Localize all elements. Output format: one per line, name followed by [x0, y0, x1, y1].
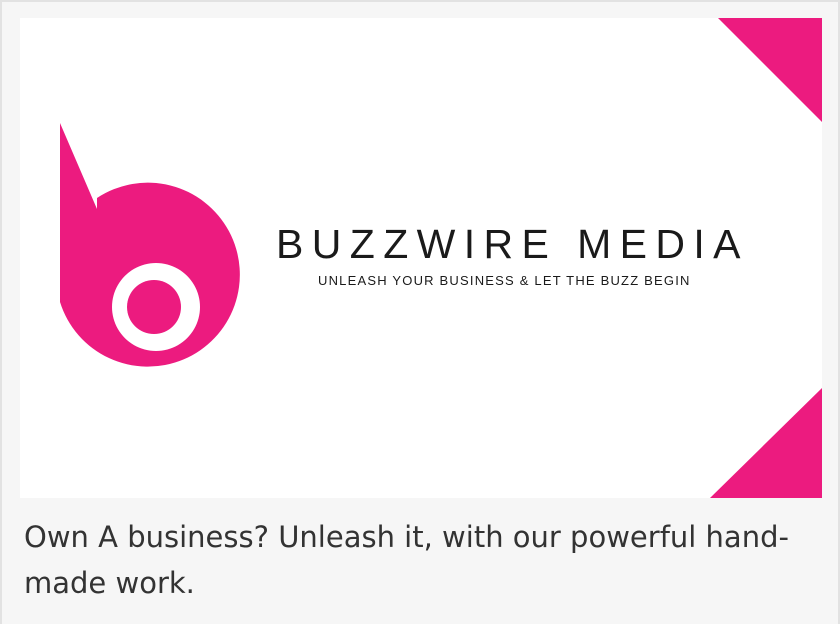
banner-image: BUZZWIRE MEDIA UNLEASH YOUR BUSINESS & L… — [20, 18, 822, 498]
card-caption: Own A business? Unleash it, with our pow… — [24, 520, 789, 600]
corner-triangle-bottom-right — [710, 388, 822, 498]
buzzwire-logo-icon — [60, 123, 240, 367]
brand-name: BUZZWIRE MEDIA — [276, 221, 749, 267]
promo-card: BUZZWIRE MEDIA UNLEASH YOUR BUSINESS & L… — [0, 0, 840, 624]
corner-triangle-top-right — [718, 18, 822, 122]
brand-tagline: UNLEASH YOUR BUSINESS & LET THE BUZZ BEG… — [318, 273, 691, 288]
